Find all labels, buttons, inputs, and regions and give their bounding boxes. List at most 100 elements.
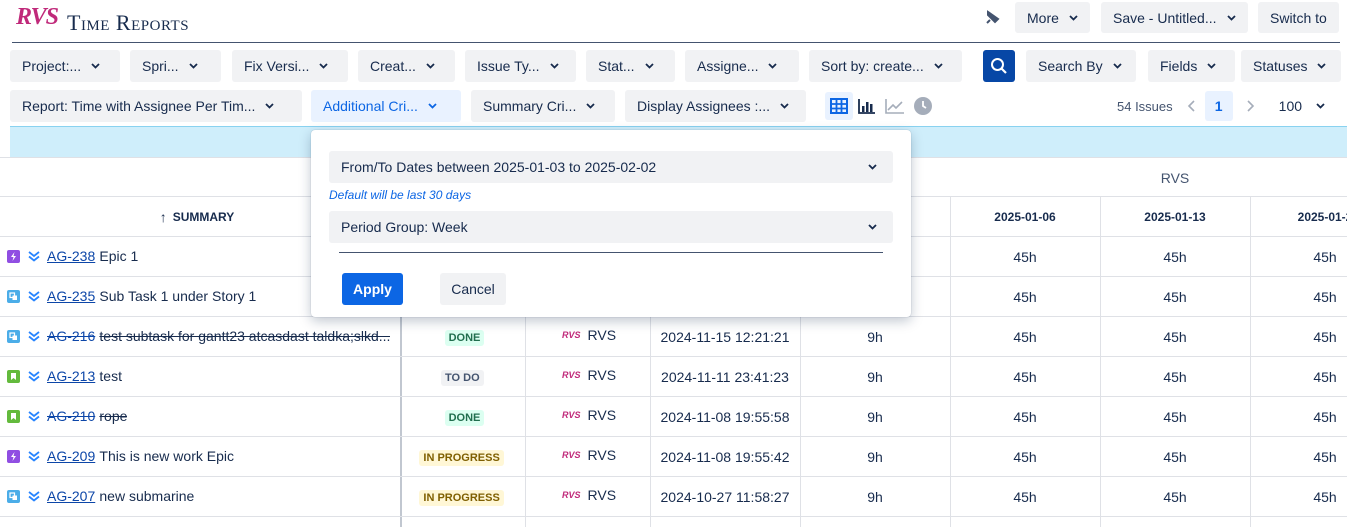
chevron-down-icon xyxy=(265,103,275,109)
created-date-cell: 2024-11-08 19:55:58 xyxy=(660,409,790,425)
project-cell: RVS RVS xyxy=(562,327,617,343)
search-button[interactable] xyxy=(983,50,1015,82)
week-time-cell: 45h xyxy=(1013,369,1037,385)
chevron-down-icon xyxy=(934,63,943,69)
issue-key-link[interactable]: AG-235 xyxy=(47,288,95,304)
week-time-cell: 45h xyxy=(1163,329,1187,345)
bell-icon[interactable] xyxy=(984,9,1002,27)
additional-criteria-popup: From/To Dates between 2025-01-03 to 2025… xyxy=(311,130,911,317)
week-header-1: 2025-01-06 xyxy=(994,209,1056,224)
chevron-down-icon xyxy=(586,103,595,109)
week-time-cell: 45h xyxy=(1163,449,1187,465)
chevron-down-icon xyxy=(1069,14,1078,21)
save-button[interactable]: Save - Untitled... xyxy=(1101,2,1248,33)
display-assignees-dropdown[interactable]: Display Assignees :... xyxy=(625,90,806,122)
issue-type-epic-icon xyxy=(7,250,20,263)
rvs-logo: RVS xyxy=(16,4,59,30)
line-chart-view-button[interactable] xyxy=(881,92,909,120)
statuses-dropdown[interactable]: Statuses xyxy=(1241,50,1341,82)
week-time-cell: 45h xyxy=(1313,449,1337,465)
switch-to-button[interactable]: Switch to xyxy=(1258,2,1339,33)
chevron-down-icon xyxy=(549,63,559,69)
issue-type-epic-icon xyxy=(7,450,20,463)
assignee-filter[interactable]: Assigne... xyxy=(685,50,799,82)
view-switcher xyxy=(825,91,937,121)
additional-criteria-dropdown[interactable]: Additional Cri... xyxy=(311,90,461,122)
status-badge: IN PROGRESS xyxy=(419,490,504,506)
issue-key-link[interactable]: AG-207 xyxy=(47,488,95,504)
fix-version-filter[interactable]: Fix Versi... xyxy=(232,50,348,82)
issue-type-subtask-icon xyxy=(7,330,20,343)
week-time-cell: 45h xyxy=(1013,489,1037,505)
timeline-view-button[interactable] xyxy=(909,92,937,120)
chevron-down-icon xyxy=(1317,63,1327,69)
status-badge: DONE xyxy=(444,330,485,346)
project-cell: RVS RVS xyxy=(562,447,617,463)
table-row: AG-210 rope DONE RVS RVS 2024-11-08 19:55:58 9… xyxy=(0,397,1347,437)
status-badge: IN PROGRESS xyxy=(419,450,504,466)
week-time-cell: 45h xyxy=(1313,249,1337,265)
issue-key-link[interactable]: AG-238 xyxy=(47,248,95,264)
more-button[interactable]: More xyxy=(1015,2,1090,33)
rvs-project-icon: RVS xyxy=(562,490,581,500)
week-time-cell: 45h xyxy=(1013,249,1037,265)
chevron-down-icon xyxy=(868,224,877,230)
week-time-cell: 45h xyxy=(1313,369,1337,385)
issue-summary: rope xyxy=(99,408,128,424)
chevron-down-icon xyxy=(644,63,654,69)
project-cell: RVS RVS xyxy=(562,367,617,383)
date-range-select[interactable]: From/To Dates between 2025-01-03 to 2025… xyxy=(329,151,893,183)
project-filter[interactable]: Project:... xyxy=(10,50,120,82)
chevron-down-icon xyxy=(426,63,435,69)
issue-key-link[interactable]: AG-210 xyxy=(47,408,95,424)
created-date-cell: 2024-10-27 11:58:27 xyxy=(660,489,790,505)
chevron-down-icon xyxy=(188,63,198,69)
chevron-down-icon[interactable] xyxy=(1316,103,1325,109)
created-date-cell: 2024-11-11 23:41:23 xyxy=(661,369,789,385)
report-type-dropdown[interactable]: Report: Time with Assignee Per Tim... xyxy=(10,90,302,122)
status-filter[interactable]: Stat... xyxy=(586,50,675,82)
search-by-dropdown[interactable]: Search By xyxy=(1026,50,1136,82)
table-view-button[interactable] xyxy=(825,92,853,120)
rvs-project-icon: RVS xyxy=(562,330,581,340)
project-cell: RVS RVS xyxy=(562,407,617,423)
created-date-cell: 2024-11-08 19:55:42 xyxy=(660,449,790,465)
chevron-left-icon[interactable] xyxy=(1187,100,1197,112)
chevron-down-icon xyxy=(868,164,877,170)
issue-type-story-icon xyxy=(7,410,20,423)
sprint-filter[interactable]: Spri... xyxy=(130,50,221,82)
issue-summary: This is new work Epic xyxy=(99,448,234,464)
created-filter[interactable]: Creat... xyxy=(358,50,455,82)
week-time-cell: 45h xyxy=(1313,489,1337,505)
issue-key-link[interactable]: AG-213 xyxy=(47,368,95,384)
cancel-button[interactable]: Cancel xyxy=(440,273,506,305)
issue-type-filter[interactable]: Issue Ty... xyxy=(465,50,576,82)
period-group-select[interactable]: Period Group: Week xyxy=(329,211,893,243)
week-time-cell: 45h xyxy=(1013,449,1037,465)
sort-by-dropdown[interactable]: Sort by: create... xyxy=(809,50,962,82)
priority-lowest-icon xyxy=(28,331,40,342)
chevron-down-icon xyxy=(319,63,328,69)
week-time-cell: 45h xyxy=(1013,329,1037,345)
total-time-cell: 9h xyxy=(867,369,883,385)
priority-lowest-icon xyxy=(28,491,40,502)
page-title: Time Reports xyxy=(67,10,190,35)
bar-chart-icon xyxy=(858,99,875,114)
page-size-select[interactable]: 100 xyxy=(1279,98,1302,114)
issue-key-link[interactable]: AG-216 xyxy=(47,328,95,344)
week-header-2: 2025-01-13 xyxy=(1144,209,1206,224)
week-time-cell: 45h xyxy=(1163,489,1187,505)
page-number-current[interactable]: 1 xyxy=(1204,91,1233,121)
rvs-project-icon: RVS xyxy=(562,410,581,420)
chevron-right-icon[interactable] xyxy=(1245,100,1255,112)
fields-dropdown[interactable]: Fields xyxy=(1148,50,1235,82)
issue-key-link[interactable]: AG-209 xyxy=(47,448,95,464)
apply-button[interactable]: Apply xyxy=(342,273,403,305)
chevron-down-icon xyxy=(428,103,437,109)
line-chart-icon xyxy=(885,99,904,114)
created-date-cell: 2024-11-15 12:21:21 xyxy=(660,329,790,345)
summary-criteria-dropdown[interactable]: Summary Cri... xyxy=(471,90,615,122)
issue-type-story-icon xyxy=(7,370,20,383)
bar-chart-view-button[interactable] xyxy=(853,92,881,120)
priority-lowest-icon xyxy=(28,371,40,382)
